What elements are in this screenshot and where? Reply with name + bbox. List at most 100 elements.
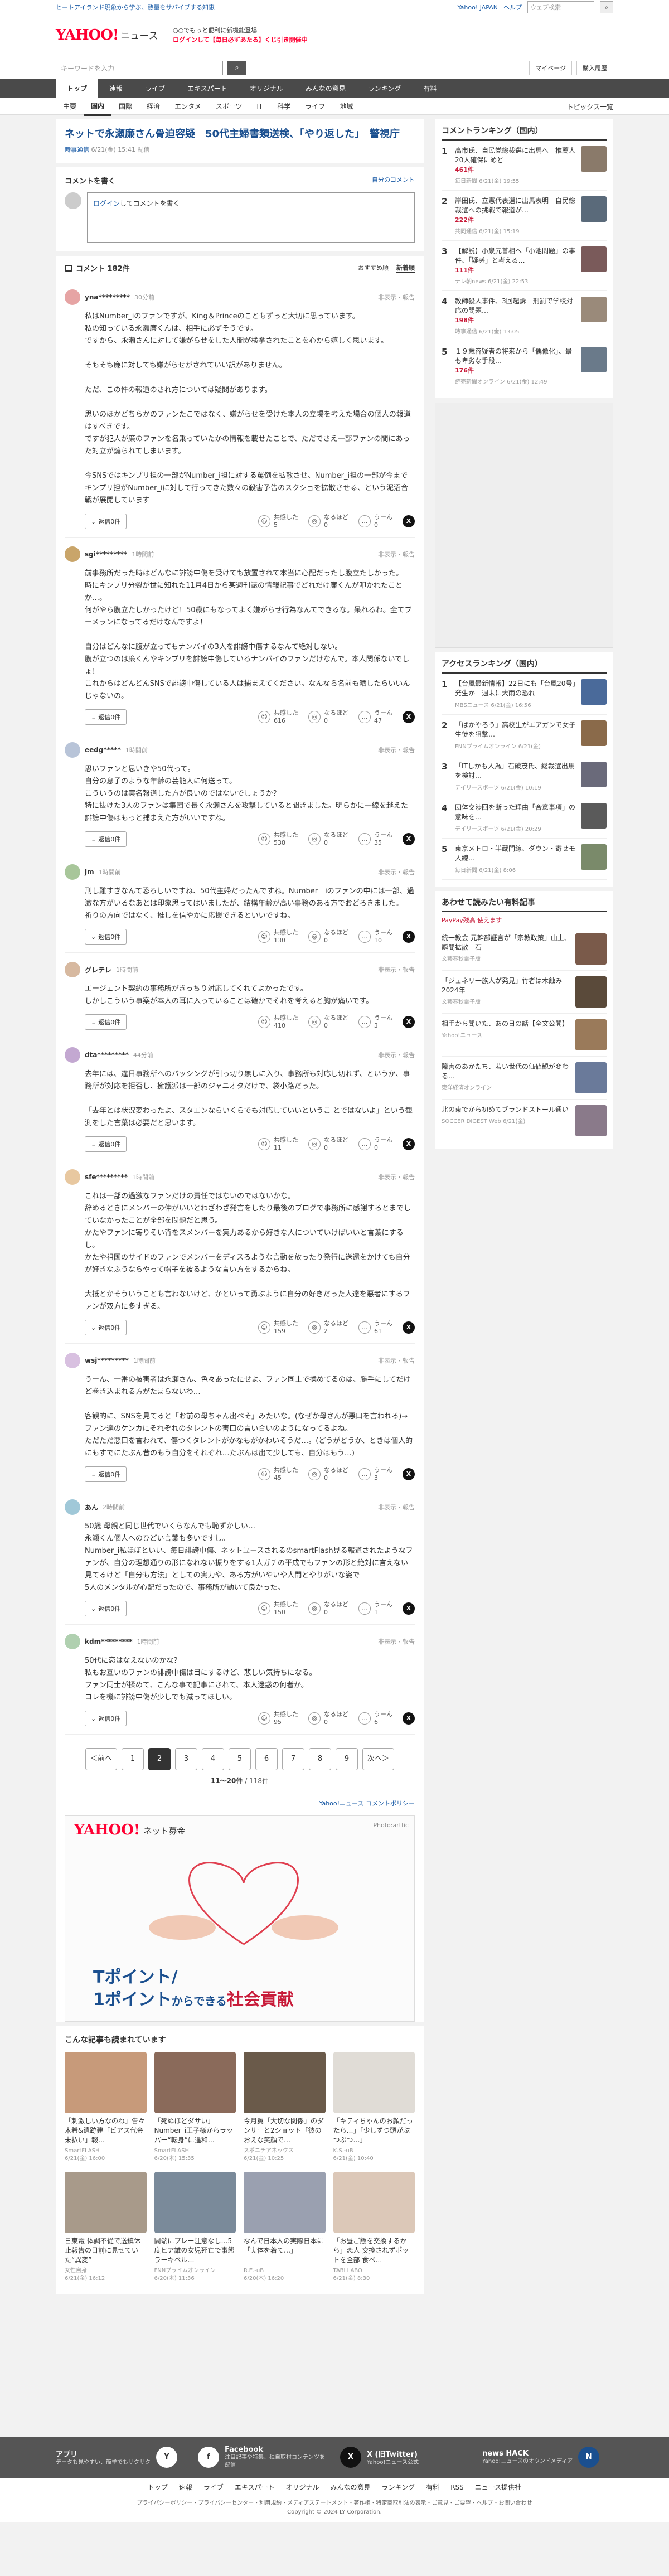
insight-button[interactable]: ◎ なるほど 0	[308, 929, 348, 945]
report-link[interactable]: 非表示・報告	[378, 868, 415, 877]
next-page-button[interactable]: 次へ＞	[362, 1748, 395, 1770]
empathy-button[interactable]: ☺ 共感した 616	[258, 709, 298, 725]
gnav-original[interactable]: オリジナル	[239, 79, 294, 98]
empathy-button[interactable]: ☺ 共感した 150	[258, 1601, 298, 1616]
comment-author[interactable]: dta*********	[85, 1051, 129, 1059]
reco-item[interactable]: なんで日本人の実際日本に「実体を着て…」 R.E.-uB 6/20(木) 16:20	[244, 2172, 326, 2283]
insight-button[interactable]: ◎ なるほど 0	[308, 1711, 348, 1726]
page-3[interactable]: 3	[175, 1748, 197, 1770]
footer-link[interactable]: RSS	[450, 2483, 464, 2491]
reco-item[interactable]: 「キティちゃんのお顔だったら…」「少しずつ頭がぶつぶつ…」 K.S.-uB 6/21…	[333, 2052, 415, 2163]
x-share-icon[interactable]: X	[403, 1321, 415, 1334]
gnav-live[interactable]: ライブ	[134, 79, 176, 98]
footer-link[interactable]: 速報	[179, 2483, 192, 2491]
hmm-button[interactable]: … うーん 6	[358, 1711, 392, 1726]
comment-author[interactable]: kdm*********	[85, 1638, 133, 1645]
paid-article-item[interactable]: 障害のあかたち、若い世代の価値観が変わる… 東洋経済オンライン	[442, 1057, 607, 1100]
insight-button[interactable]: ◎ なるほど 0	[308, 1014, 348, 1030]
ranking-item[interactable]: 2 岸田氏、立憲代表選に出馬表明 自民総裁選への挑戦で報道が… 222件 共同通信 6…	[442, 191, 607, 241]
insight-button[interactable]: ◎ なるほど 0	[308, 514, 348, 529]
cat-science[interactable]: 科学	[270, 98, 298, 115]
footer-link[interactable]: ニュース提供社	[475, 2483, 521, 2491]
cat-it[interactable]: IT	[249, 98, 270, 115]
hmm-button[interactable]: … うーん 3	[358, 1466, 392, 1482]
reply-button[interactable]: ⌄ 返信0件	[85, 1014, 127, 1030]
cat-main[interactable]: 主要	[56, 98, 84, 115]
report-link[interactable]: 非表示・報告	[378, 1637, 415, 1646]
footer-link[interactable]: ランキング	[382, 2483, 415, 2491]
x-share-icon[interactable]: X	[403, 1138, 415, 1150]
empathy-button[interactable]: ☺ 共感した 11	[258, 1136, 298, 1152]
reply-button[interactable]: ⌄ 返信0件	[85, 709, 127, 725]
gnav-top[interactable]: トップ	[56, 79, 99, 98]
hmm-button[interactable]: … うーん 47	[358, 709, 392, 725]
empathy-button[interactable]: ☺ 共感した 95	[258, 1711, 298, 1726]
reply-button[interactable]: ⌄ 返信0件	[85, 1711, 127, 1726]
ranking-item[interactable]: 4 団体交渉回を断った理由「合意事項」の意味を… デイリースポーツ 6/21(金) …	[442, 797, 607, 839]
reply-button[interactable]: ⌄ 返信0件	[85, 929, 127, 945]
comment-author[interactable]: eedg*****	[85, 746, 121, 754]
ranking-item[interactable]: 3 【解説】小泉元首相へ「小池問題」の事件、「疑惑」と考える… 111件 テレ朝new…	[442, 241, 607, 291]
x-share-icon[interactable]: X	[403, 515, 415, 527]
report-link[interactable]: 非表示・報告	[378, 965, 415, 974]
reco-item[interactable]: 「お昼ご飯を交換するから」恋人 交換されずポットを全部 食べ… TABI LABO…	[333, 2172, 415, 2283]
page-7[interactable]: 7	[282, 1748, 304, 1770]
empathy-button[interactable]: ☺ 共感した 159	[258, 1320, 298, 1335]
footer-link[interactable]: エキスパート	[235, 2483, 275, 2491]
hmm-button[interactable]: … うーん 0	[358, 1136, 392, 1152]
footer-link[interactable]: みんなの意見	[331, 2483, 371, 2491]
header-promo[interactable]: ○○でもっと便利に新機能登場 ログインして【毎日必ずあたる】くじ引き開催中	[173, 26, 374, 45]
top-ad-link[interactable]: ヒートアイランド現象から学ぶ、熱量をサバイブする知恵	[56, 3, 215, 12]
footer-facebook[interactable]: f Facebook 注目記事や特集、独自取材コンテンツを配信	[198, 2446, 329, 2470]
reply-button[interactable]: ⌄ 返信0件	[85, 831, 127, 847]
login-link[interactable]: ログイン	[93, 200, 120, 207]
empathy-button[interactable]: ☺ 共感した 130	[258, 929, 298, 945]
empathy-button[interactable]: ☺ 共感した 410	[258, 1014, 298, 1030]
ranking-item[interactable]: 2 「ばかやろう」高校生がエアガンで女子生徒を狙撃… FNNプライムオンライン 6/…	[442, 715, 607, 756]
comment-author[interactable]: jm	[85, 868, 94, 876]
cat-entertainment[interactable]: エンタメ	[167, 98, 209, 115]
gnav-ranking[interactable]: ランキング	[357, 79, 413, 98]
reply-button[interactable]: ⌄ 返信0件	[85, 1320, 127, 1335]
paid-article-item[interactable]: 「ジェネリ一族人が発見」竹者は木蝕み 2024年 文藝春秋電子版	[442, 971, 607, 1014]
reply-button[interactable]: ⌄ 返信0件	[85, 1466, 127, 1482]
topics-list-link[interactable]: トピックス一覧	[566, 102, 613, 112]
paid-article-item[interactable]: 相手から聞いた、あの日の話【全文公開】 Yahoo!ニュース	[442, 1014, 607, 1057]
page-8[interactable]: 8	[309, 1748, 331, 1770]
paid-article-item[interactable]: 統一教会 元幹部証言が「宗教政策」山上、瞬間拡散一石 文藝春秋電子版	[442, 928, 607, 971]
page-1[interactable]: 1	[122, 1748, 144, 1770]
x-share-icon[interactable]: X	[403, 931, 415, 943]
reply-button[interactable]: ⌄ 返信0件	[85, 1136, 127, 1152]
report-link[interactable]: 非表示・報告	[378, 1173, 415, 1182]
reco-item[interactable]: 日東電 体調不従で送鎮休止報告の日前に見せていた“異変” 女性自身 6/21(金) …	[65, 2172, 147, 2283]
page-4[interactable]: 4	[202, 1748, 224, 1770]
yahoo-japan-link[interactable]: Yahoo! JAPAN	[457, 4, 498, 11]
cat-domestic[interactable]: 国内	[84, 98, 112, 116]
gnav-flash[interactable]: 速報	[98, 79, 134, 98]
page-5[interactable]: 5	[229, 1748, 251, 1770]
reco-item[interactable]: 「刺激しい方なのね」告々木希&遺跡建「ビアス代金未払い」報… SmartFLASH…	[65, 2052, 147, 2163]
site-logo[interactable]: YAHOO! ニュース	[56, 27, 173, 43]
reco-item[interactable]: 今月翼「大切な関係」のダンサーと2ショット「彼のおえな笑顔で… スポニチアネックス…	[244, 2052, 326, 2163]
report-link[interactable]: 非表示・報告	[378, 745, 415, 754]
article-title[interactable]: ネットで永瀬廉さん骨迫容疑 50代主婦書類送検、「やり返した」 警視庁	[65, 127, 415, 142]
insight-button[interactable]: ◎ なるほど 0	[308, 1601, 348, 1616]
cat-life[interactable]: ライフ	[298, 98, 332, 115]
sort-newest[interactable]: 新着順	[396, 263, 415, 273]
help-link[interactable]: ヘルプ	[503, 3, 522, 12]
reply-button[interactable]: ⌄ 返信0件	[85, 1601, 127, 1616]
cat-economy[interactable]: 経済	[139, 98, 167, 115]
ranking-item[interactable]: 5 東京メトロ・半蔵門線、ダウン・寄せモ人線… 毎日新聞 6/21(金) 8:06	[442, 839, 607, 880]
cat-world[interactable]: 国際	[112, 98, 139, 115]
ranking-item[interactable]: 3 「ITしかも人為」石破茂氏、総裁選出馬を検討… デイリースポーツ 6/21(金)…	[442, 756, 607, 797]
purchase-history-button[interactable]: 購入履歴	[576, 61, 613, 75]
hmm-button[interactable]: … うーん 35	[358, 831, 392, 847]
comment-textarea[interactable]: ログインしてコメントを書く	[87, 192, 415, 243]
insight-button[interactable]: ◎ なるほど 0	[308, 1136, 348, 1152]
x-share-icon[interactable]: X	[403, 711, 415, 723]
footer-link[interactable]: トップ	[148, 2483, 168, 2491]
hmm-button[interactable]: … うーん 61	[358, 1320, 392, 1335]
x-share-icon[interactable]: X	[403, 1468, 415, 1480]
report-link[interactable]: 非表示・報告	[378, 550, 415, 559]
web-search-icon[interactable]: ⌕	[600, 1, 613, 13]
